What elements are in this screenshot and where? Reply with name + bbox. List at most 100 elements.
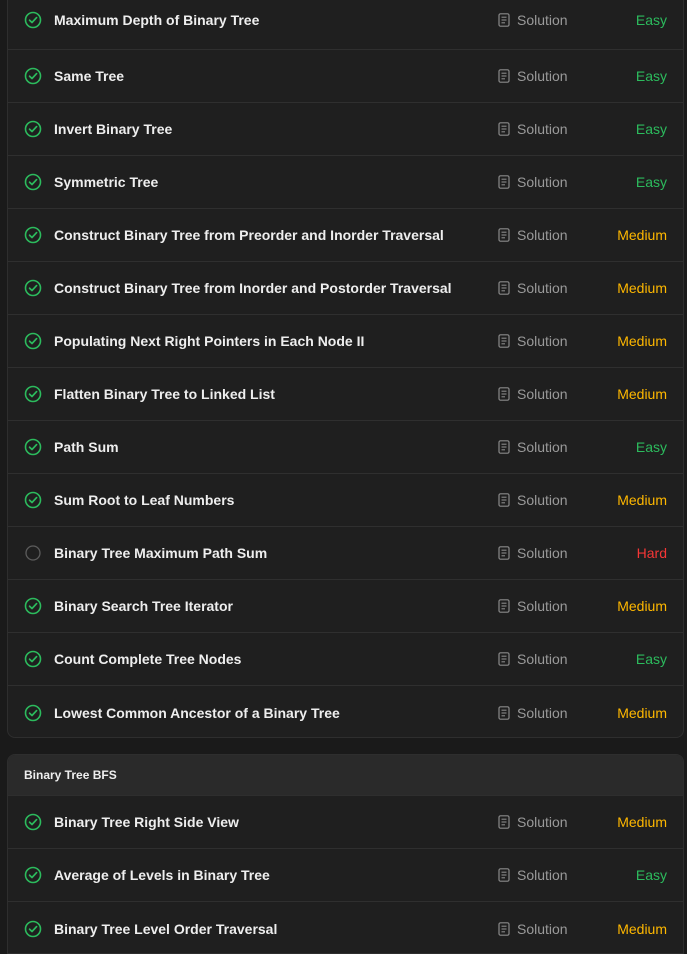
problem-title-link[interactable]: Binary Tree Level Order Traversal <box>54 921 277 937</box>
difficulty-label: Medium <box>617 386 667 402</box>
solution-link[interactable]: Solution <box>498 921 568 937</box>
problem-row[interactable]: Maximum Depth of Binary Tree Solution Easy <box>8 0 683 50</box>
solution-link[interactable]: Solution <box>498 174 568 190</box>
problem-row[interactable]: Average of Levels in Binary Tree Solution… <box>8 849 683 902</box>
problem-row[interactable]: Populating Next Right Pointers in Each N… <box>8 315 683 368</box>
difficulty-label: Hard <box>636 545 667 561</box>
check-circle-icon <box>24 491 42 509</box>
solution-label: Solution <box>517 704 568 721</box>
problem-row[interactable]: Count Complete Tree Nodes Solution Easy <box>8 633 683 686</box>
document-icon <box>498 493 510 507</box>
problem-title-link[interactable]: Invert Binary Tree <box>54 121 172 137</box>
solution-link[interactable]: Solution <box>498 12 568 28</box>
difficulty-label: Easy <box>635 174 667 190</box>
document-icon <box>498 599 510 613</box>
problem-row[interactable]: Binary Tree Level Order Traversal Solutio… <box>8 902 683 953</box>
document-icon <box>498 815 510 829</box>
check-circle-icon <box>24 813 42 831</box>
solution-label: Solution <box>517 121 568 137</box>
difficulty-label: Easy <box>635 12 667 28</box>
solution-link[interactable]: Solution <box>498 545 568 561</box>
difficulty-label: Easy <box>635 121 667 137</box>
check-circle-icon <box>24 650 42 668</box>
difficulty-label: Medium <box>617 492 667 508</box>
solution-label: Solution <box>517 68 568 84</box>
difficulty-label: Medium <box>617 704 667 721</box>
document-icon <box>498 868 510 882</box>
solution-link[interactable]: Solution <box>498 651 568 667</box>
solution-link[interactable]: Solution <box>498 333 568 349</box>
section-title: Binary Tree BFS <box>8 755 683 796</box>
solution-link[interactable]: Solution <box>498 386 568 402</box>
solution-label: Solution <box>517 598 568 614</box>
document-icon <box>498 387 510 401</box>
problem-row[interactable]: Binary Tree Maximum Path Sum Solution Hard <box>8 527 683 580</box>
solution-link[interactable]: Solution <box>498 280 568 296</box>
problem-title-link[interactable]: Binary Tree Right Side View <box>54 814 239 830</box>
solution-label: Solution <box>517 12 568 28</box>
solution-link[interactable]: Solution <box>498 439 568 455</box>
solution-label: Solution <box>517 333 568 349</box>
difficulty-label: Medium <box>617 227 667 243</box>
solution-link[interactable]: Solution <box>498 814 568 830</box>
problem-row[interactable]: Same Tree Solution Easy <box>8 50 683 103</box>
check-circle-icon <box>24 279 42 297</box>
check-circle-icon <box>24 704 42 722</box>
problem-title-link[interactable]: Populating Next Right Pointers in Each N… <box>54 333 364 349</box>
problem-list: Maximum Depth of Binary Tree Solution Easy… <box>8 0 683 737</box>
difficulty-label: Easy <box>635 439 667 455</box>
solution-link[interactable]: Solution <box>498 598 568 614</box>
problem-row[interactable]: Sum Root to Leaf Numbers Solution Medium <box>8 474 683 527</box>
document-icon <box>498 705 510 720</box>
solution-link[interactable]: Solution <box>498 867 568 883</box>
problem-title-link[interactable]: Maximum Depth of Binary Tree <box>54 12 259 28</box>
problem-row[interactable]: Flatten Binary Tree to Linked List Soluti… <box>8 368 683 421</box>
solution-label: Solution <box>517 545 568 561</box>
problem-row[interactable]: Binary Tree Right Side View Solution Mediu… <box>8 796 683 849</box>
document-icon <box>498 281 510 295</box>
problem-title-link[interactable]: Sum Root to Leaf Numbers <box>54 492 234 508</box>
solution-link[interactable]: Solution <box>498 227 568 243</box>
solution-link[interactable]: Solution <box>498 68 568 84</box>
problem-title-link[interactable]: Flatten Binary Tree to Linked List <box>54 386 275 402</box>
problem-row[interactable]: Invert Binary Tree Solution Easy <box>8 103 683 156</box>
check-circle-icon <box>24 438 42 456</box>
solution-link[interactable]: Solution <box>498 492 568 508</box>
document-icon <box>498 546 510 560</box>
difficulty-label: Medium <box>617 814 667 830</box>
problem-list: Binary Tree Right Side View Solution Mediu… <box>8 796 683 953</box>
difficulty-label: Easy <box>635 68 667 84</box>
problem-row[interactable]: Path Sum Solution Easy <box>8 421 683 474</box>
solution-label: Solution <box>517 814 568 830</box>
problem-title-link[interactable]: Construct Binary Tree from Preorder and … <box>54 227 444 243</box>
problem-title-link[interactable]: Binary Search Tree Iterator <box>54 598 233 614</box>
problem-title-link[interactable]: Path Sum <box>54 439 119 455</box>
problem-title-link[interactable]: Same Tree <box>54 68 124 84</box>
difficulty-label: Easy <box>635 867 667 883</box>
problem-title-link[interactable]: Symmetric Tree <box>54 174 158 190</box>
check-circle-icon <box>24 920 42 938</box>
problem-title-link[interactable]: Construct Binary Tree from Inorder and P… <box>54 280 452 296</box>
check-circle-icon <box>24 67 42 85</box>
problem-row[interactable]: Binary Search Tree Iterator Solution Mediu… <box>8 580 683 633</box>
document-icon <box>498 13 510 27</box>
problem-title-link[interactable]: Lowest Common Ancestor of a Binary Tree <box>54 705 340 721</box>
problem-title-link[interactable]: Average of Levels in Binary Tree <box>54 867 270 883</box>
difficulty-label: Medium <box>617 920 667 937</box>
empty-circle-icon <box>24 544 42 562</box>
problem-row[interactable]: Construct Binary Tree from Inorder and P… <box>8 262 683 315</box>
document-icon <box>498 921 510 936</box>
problem-title-link[interactable]: Count Complete Tree Nodes <box>54 651 241 667</box>
solution-link[interactable]: Solution <box>498 705 568 721</box>
solution-label: Solution <box>517 492 568 508</box>
problem-title-link[interactable]: Binary Tree Maximum Path Sum <box>54 545 267 561</box>
document-icon <box>498 228 510 242</box>
document-icon <box>498 652 510 666</box>
document-icon <box>498 69 510 83</box>
solution-link[interactable]: Solution <box>498 121 568 137</box>
solution-label: Solution <box>517 280 568 296</box>
problem-row[interactable]: Symmetric Tree Solution Easy <box>8 156 683 209</box>
problem-row[interactable]: Construct Binary Tree from Preorder and … <box>8 209 683 262</box>
check-circle-icon <box>24 120 42 138</box>
problem-row[interactable]: Lowest Common Ancestor of a Binary Tree S… <box>8 686 683 737</box>
